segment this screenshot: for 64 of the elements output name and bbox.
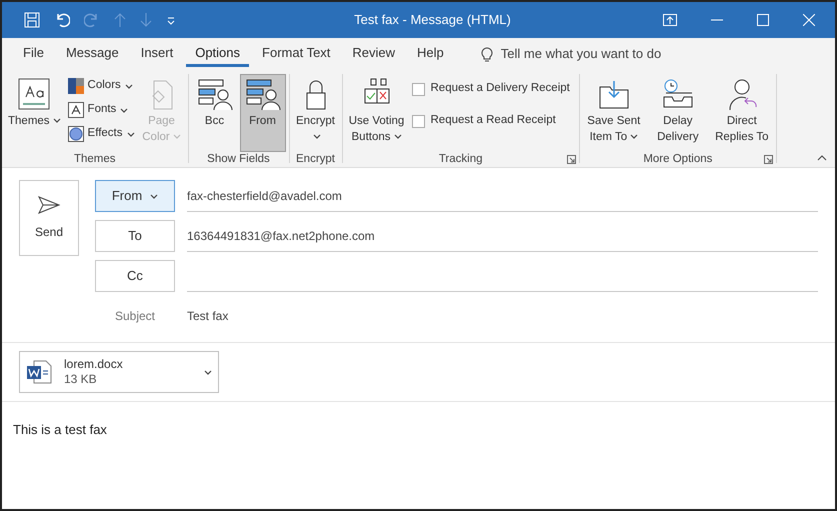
window-title: Test fax - Message (HTML) bbox=[353, 11, 512, 30]
save-icon[interactable] bbox=[24, 12, 40, 28]
ribbon-button[interactable]: Save Sent Item To bbox=[582, 74, 645, 152]
menu-tab[interactable]: Options bbox=[186, 41, 250, 67]
lightbulb-icon bbox=[480, 46, 493, 62]
ribbon-button[interactable]: Delay Delivery bbox=[646, 74, 709, 152]
customize-icon[interactable] bbox=[166, 15, 176, 25]
ribbon-menu-button[interactable]: Colors bbox=[66, 76, 136, 96]
chevron-icon bbox=[126, 132, 134, 136]
minimize-icon[interactable] bbox=[711, 19, 723, 21]
attachment-size: 13 KB bbox=[64, 372, 98, 387]
group-label: More Options bbox=[643, 152, 712, 168]
address-field[interactable]: 16364491831@fax.net2phone.com bbox=[187, 220, 818, 252]
attachment-name: lorem.docx bbox=[64, 357, 124, 372]
ribbon-button[interactable]: Direct Replies To bbox=[710, 74, 773, 152]
chevron-icon bbox=[313, 134, 321, 140]
menu-tab[interactable]: File bbox=[14, 41, 53, 67]
chevron-icon bbox=[204, 370, 212, 374]
address-button[interactable]: Cc bbox=[95, 260, 175, 292]
chevron-icon bbox=[172, 134, 181, 140]
ribbon-button[interactable]: From bbox=[240, 74, 286, 152]
chevron-icon bbox=[52, 118, 61, 124]
send-button[interactable]: Send bbox=[19, 180, 79, 256]
ribbon-button[interactable]: Encrypt bbox=[292, 74, 338, 152]
group-label: Tracking bbox=[438, 152, 482, 168]
menu-tab[interactable]: Help bbox=[408, 41, 453, 67]
dialog-launcher-icon[interactable] bbox=[764, 155, 773, 164]
subject-field[interactable]: Test fax bbox=[187, 300, 818, 332]
ribbon-menu-button[interactable]: Fonts bbox=[66, 100, 136, 120]
chevron-icon bbox=[124, 84, 133, 88]
attachment-card[interactable]: lorem.docx 13 KB bbox=[19, 351, 219, 393]
subject-label: Subject bbox=[114, 308, 156, 325]
chevron-icon bbox=[630, 134, 638, 140]
document-icon bbox=[26, 359, 52, 385]
ribbon-button[interactable]: Use Voting Buttons bbox=[346, 74, 408, 152]
receipt-checkbox[interactable]: Request a Delivery Receipt bbox=[412, 80, 570, 98]
menu-tab[interactable]: Review bbox=[343, 41, 404, 67]
font-icon bbox=[68, 102, 84, 118]
maximize-icon[interactable] bbox=[757, 14, 769, 26]
close-icon[interactable] bbox=[803, 14, 815, 26]
group-label: Show Fields bbox=[207, 152, 270, 168]
ribbon-menu-button[interactable]: Effects bbox=[66, 124, 136, 144]
menu-tab[interactable]: Format Text bbox=[253, 41, 340, 67]
ribbon-display-icon[interactable] bbox=[663, 14, 677, 26]
receipt-checkbox[interactable]: Request a Read Receipt bbox=[412, 112, 570, 130]
tell-me-field[interactable]: Tell me what you want to do bbox=[500, 44, 731, 64]
palette-icon bbox=[68, 78, 84, 94]
effects-icon bbox=[68, 126, 84, 142]
group-label: Encrypt bbox=[296, 152, 335, 168]
chevron-icon bbox=[394, 134, 402, 140]
message-body: This is a test fax bbox=[13, 422, 107, 437]
menu-tab[interactable]: Insert bbox=[132, 41, 182, 67]
group-label: Themes bbox=[74, 152, 116, 168]
ribbon-button[interactable]: Bcc bbox=[192, 74, 238, 152]
chevron-icon bbox=[150, 194, 158, 198]
ribbon-button[interactable]: Themes bbox=[5, 74, 64, 152]
chevron-icon bbox=[120, 108, 128, 112]
address-button[interactable]: From bbox=[95, 180, 175, 212]
send-icon bbox=[37, 195, 61, 215]
address-field[interactable]: fax-chesterfield@avadel.com bbox=[187, 180, 818, 212]
dialog-launcher-icon[interactable] bbox=[566, 155, 576, 164]
collapse-ribbon-icon[interactable] bbox=[817, 155, 827, 161]
menu-tab[interactable]: Message bbox=[56, 41, 128, 67]
address-button[interactable]: To bbox=[95, 220, 175, 252]
